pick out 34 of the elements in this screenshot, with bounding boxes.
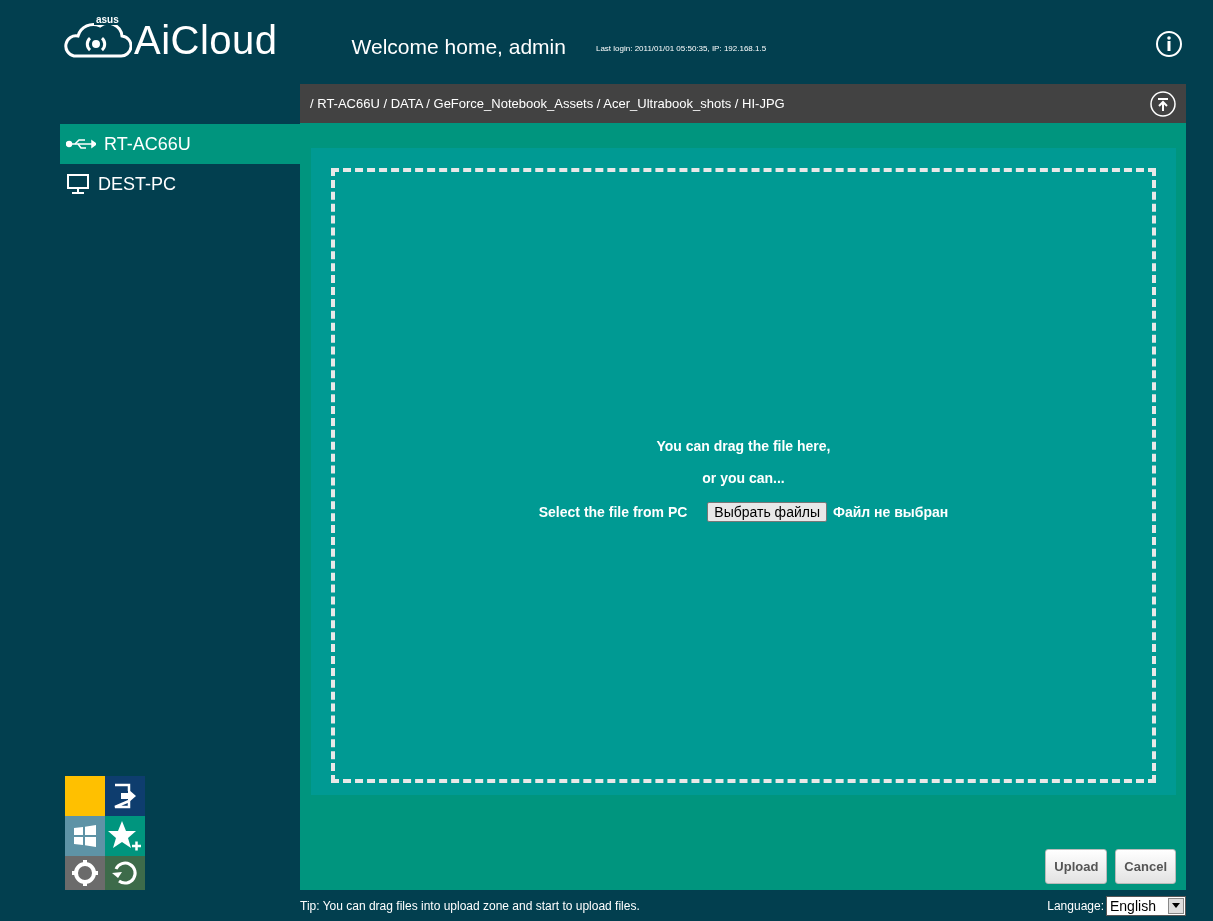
action-button[interactable]: Upload	[1045, 849, 1108, 884]
usb-icon	[66, 138, 96, 150]
tip-text: Tip: You can drag files into upload zone and start to upload files.	[300, 898, 640, 913]
logo-badge: asus	[94, 14, 121, 25]
language-label: Language:	[1047, 898, 1104, 913]
drop-zone[interactable]: You can drag the file here, or you can... Select the file from PC Выбрать файлы Файл не выбран	[331, 168, 1156, 783]
language-select[interactable]: English	[1106, 895, 1186, 916]
upload-icon[interactable]	[1150, 90, 1176, 117]
welcome-text: Welcome home, admin	[351, 35, 566, 59]
last-login-text: Last login: 2011/01/01 05:50:35, IP: 192.168.1.5	[595, 44, 767, 53]
drop-hint-continued: or you can...	[702, 469, 785, 486]
windows-icon	[73, 824, 97, 848]
choose-files-button[interactable]: Выбрать файлы	[707, 501, 827, 522]
drop-hint: You can drag the file here,	[656, 437, 831, 454]
refresh-tile[interactable]	[105, 856, 145, 890]
logo-text: AiCloud	[134, 18, 278, 62]
logout-tile[interactable]	[105, 776, 145, 816]
tile[interactable]	[65, 776, 105, 816]
file-status-text: Файл не выбран	[833, 503, 949, 520]
breadcrumb-path: / RT-AC66U / DATA / GeForce_Notebook_Assets / Acer_Ultrabook_shots / HI-JPG	[310, 96, 785, 111]
star-plus-icon	[108, 820, 142, 852]
windows-tile[interactable]	[65, 816, 105, 856]
sidebar-item[interactable]: DEST-PC	[60, 164, 300, 204]
exit-icon	[113, 783, 137, 809]
refresh-icon	[111, 859, 139, 887]
settings-tile[interactable]	[65, 856, 105, 890]
info-icon[interactable]	[1155, 30, 1183, 58]
action-button[interactable]: Cancel	[1115, 849, 1176, 884]
monitor-icon	[66, 173, 90, 195]
select-file-label: Select the file from PC	[538, 503, 688, 520]
sidebar-item[interactable]: RT-AC66U	[60, 124, 300, 164]
favorite-tile[interactable]	[105, 816, 145, 856]
caret-icon	[1172, 903, 1180, 908]
settings-icon	[71, 859, 99, 887]
